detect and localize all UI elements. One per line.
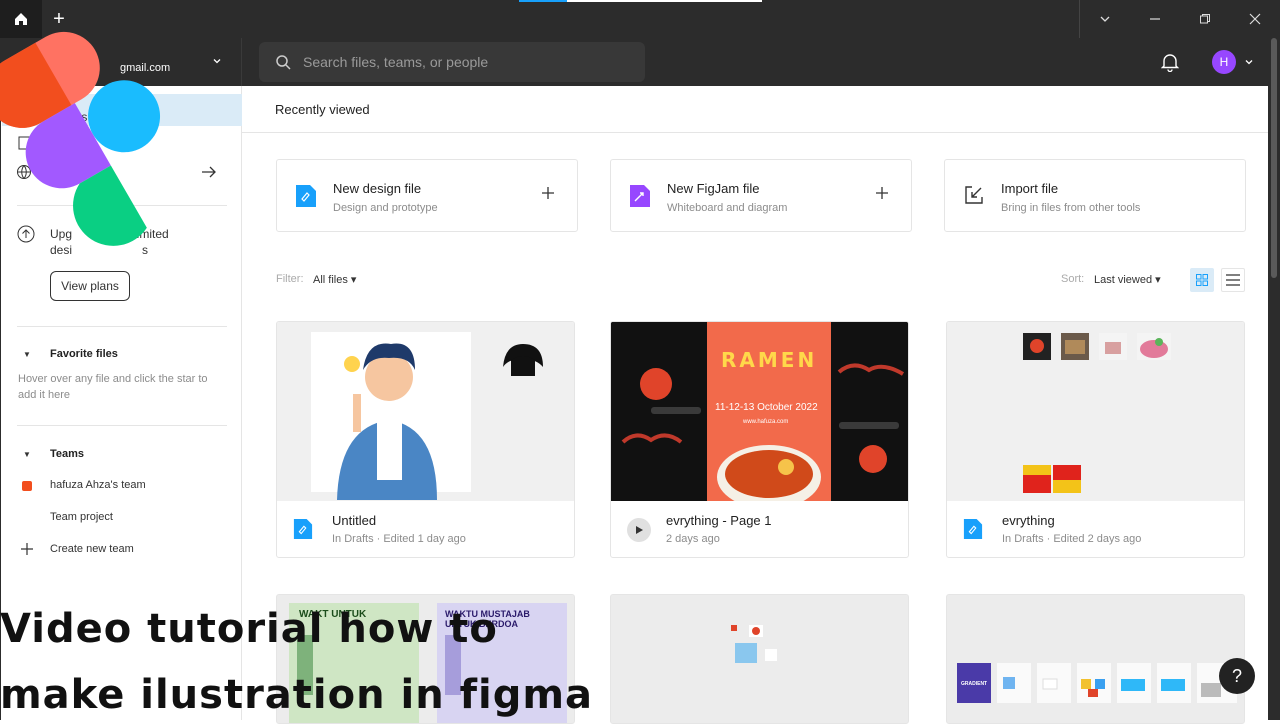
file-thumbnail: RAMEN 11-12-13 October 2022 www.hafuza.c…	[611, 322, 908, 501]
design-file-icon	[293, 519, 313, 539]
avatar[interactable]: H	[1212, 50, 1236, 74]
minimize-button[interactable]	[1130, 0, 1180, 38]
collapse-caret-icon[interactable]: ▼	[23, 450, 31, 459]
sort-label: Sort:	[1061, 273, 1085, 285]
new-design-file-card[interactable]: New design file Design and prototype	[276, 159, 578, 232]
caption-line: Video tutorial how to	[0, 606, 498, 652]
import-icon	[965, 186, 983, 204]
import-file-card[interactable]: Import file Bring in files from other to…	[944, 159, 1246, 232]
close-icon	[1249, 13, 1261, 25]
action-subtitle: Design and prototype	[333, 202, 438, 214]
favorites-hint: Hover over any file and click the star t…	[18, 373, 208, 401]
chevron-down-icon	[1100, 16, 1110, 22]
action-title: New FigJam file	[667, 181, 760, 196]
video-caption: Video tutorial how to make ilustration i…	[0, 596, 593, 728]
loading-bar	[519, 0, 567, 2]
file-title: evrything - Page 1	[666, 513, 772, 528]
team-color-icon	[22, 481, 32, 491]
sort-dropdown[interactable]: Last viewed ▾	[1094, 273, 1161, 286]
file-subtitle: 2 days ago	[666, 533, 720, 545]
action-subtitle: Whiteboard and diagram	[667, 202, 788, 214]
file-card-untitled[interactable]: Untitled In Drafts · Edited 1 day ago	[276, 321, 575, 558]
chevron-down-icon[interactable]	[1244, 57, 1254, 67]
search-input[interactable]: Search files, teams, or people	[259, 42, 645, 82]
app-header: gmail.com Search files, teams, or people…	[0, 38, 1280, 86]
file-card-evrything-page-1[interactable]: RAMEN 11-12-13 October 2022 www.hafuza.c…	[610, 321, 909, 558]
grid-icon	[1196, 274, 1208, 286]
create-new-team-link[interactable]: Create new team	[50, 543, 134, 555]
design-file-icon	[963, 519, 983, 539]
chevron-down-icon	[213, 59, 221, 64]
tab-bar-indicator	[567, 0, 762, 2]
plus-icon	[876, 187, 888, 199]
file-subtitle: In Drafts · Edited 2 days ago	[1002, 533, 1142, 545]
grid-view-button[interactable]	[1190, 268, 1214, 292]
list-view-button[interactable]	[1221, 268, 1245, 292]
favorites-title: Favorite files	[50, 348, 118, 360]
arrow-right-icon[interactable]	[201, 166, 217, 178]
sidebar-item-team-project[interactable]: Team project	[50, 511, 113, 523]
filter-dropdown[interactable]: All files ▾	[313, 273, 356, 286]
window-controls	[1079, 0, 1280, 38]
figma-logo	[0, 31, 161, 246]
help-button[interactable]: ?	[1219, 658, 1255, 694]
ramen-date: 11-12-13 October 2022	[715, 402, 818, 413]
file-subtitle: In Drafts · Edited 1 day ago	[332, 533, 466, 545]
minimize-icon	[1150, 18, 1160, 20]
file-title: Untitled	[332, 513, 377, 528]
file-thumbnail	[277, 322, 574, 501]
teams-title: Teams	[50, 448, 85, 460]
divider	[17, 326, 227, 327]
plus-icon[interactable]	[20, 542, 34, 556]
scrollbar-thumb[interactable]	[1271, 38, 1277, 278]
ramen-url: www.hafuza.com	[743, 419, 789, 425]
restore-icon	[1200, 14, 1210, 24]
sidebar-item-team[interactable]: hafuza Ahza's team	[50, 479, 146, 491]
page-title: Recently viewed	[275, 102, 370, 117]
figjam-file-icon	[630, 185, 650, 207]
search-icon	[276, 55, 291, 70]
file-card-scattered[interactable]	[610, 594, 909, 724]
action-title: New design file	[333, 181, 422, 196]
play-icon	[636, 526, 643, 534]
tab-dropdown-button[interactable]	[1080, 0, 1130, 38]
divider	[242, 132, 1268, 133]
file-thumbnail	[947, 322, 1244, 501]
maximize-button[interactable]	[1180, 0, 1230, 38]
new-figjam-file-card[interactable]: New FigJam file Whiteboard and diagram	[610, 159, 912, 232]
list-icon	[1226, 274, 1240, 286]
ramen-title: RAMEN	[721, 348, 818, 372]
file-card-gradient[interactable]: GRADIENT	[946, 594, 1245, 724]
search-placeholder: Search files, teams, or people	[303, 54, 489, 70]
file-card-evrything[interactable]: evrything In Drafts · Edited 2 days ago	[946, 321, 1245, 558]
filter-label: Filter:	[276, 273, 304, 285]
design-file-icon	[296, 185, 316, 207]
action-subtitle: Bring in files from other tools	[1001, 202, 1141, 214]
play-button[interactable]	[627, 518, 651, 542]
file-title: evrything	[1002, 513, 1055, 528]
divider	[17, 425, 227, 426]
gradient-label: GRADIENT	[961, 681, 988, 687]
scrollbar[interactable]	[1268, 38, 1280, 720]
plus-icon	[542, 187, 554, 199]
title-bar: +	[0, 0, 1280, 38]
notifications-bell-icon[interactable]	[1161, 52, 1179, 72]
caption-line: make ilustration in figma	[0, 672, 594, 718]
collapse-caret-icon[interactable]: ▼	[23, 350, 31, 359]
action-title: Import file	[1001, 181, 1059, 196]
close-button[interactable]	[1230, 0, 1280, 38]
